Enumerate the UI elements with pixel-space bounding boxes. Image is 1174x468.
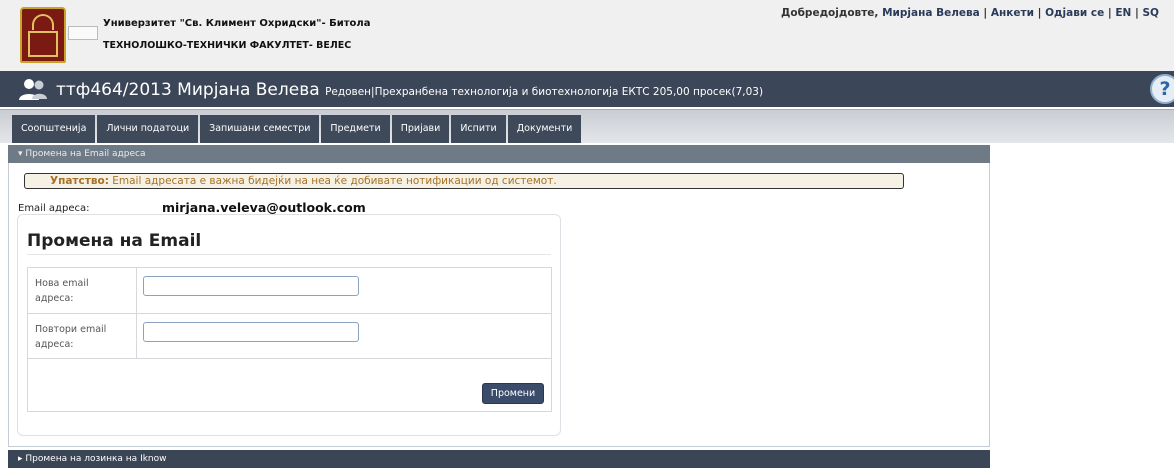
help-icon[interactable]: ? <box>1150 74 1174 104</box>
tab-personal-data[interactable]: Лични податоци <box>97 115 199 143</box>
surveys-link[interactable]: Анкети <box>991 7 1034 19</box>
student-details: Редовен|Прехранбена технологија и биотех… <box>325 86 764 98</box>
tab-announcements[interactable]: Соопштенија <box>12 115 96 143</box>
divider <box>136 268 137 358</box>
password-panel-header[interactable]: ▸ Промена на лозинка на Iknow <box>8 450 990 468</box>
student-name: ттф464/2013 Мирјана Велева <box>56 80 320 100</box>
new-email-field[interactable] <box>143 276 359 296</box>
welcome-text: Добредојдовте, <box>781 7 879 19</box>
faculty-name: ТЕХНОЛОШКО-ТЕХНИЧКИ ФАКУЛТЕТ- ВЕЛЕС <box>103 40 352 51</box>
tab-exams[interactable]: Испити <box>451 115 506 143</box>
new-email-label: Нова email адреса: <box>35 278 89 304</box>
email-panel-header[interactable]: ▾ Промена на Email адреса <box>8 145 990 163</box>
instruction-notice: Упатство: Email адресата е важна бидејќи… <box>24 173 904 189</box>
link-separator: | <box>1037 7 1042 19</box>
lang-en-link[interactable]: EN <box>1115 7 1131 19</box>
tab-list: Соопштенија Лични податоци Запишани семе… <box>12 115 583 143</box>
users-icon <box>19 79 47 100</box>
university-logo <box>20 7 66 63</box>
notice-text: Email адресата е важна бидејќи на неа ќе… <box>112 175 557 187</box>
tab-documents[interactable]: Документи <box>507 115 582 143</box>
divider <box>27 254 551 255</box>
tab-registrations[interactable]: Пријави <box>391 115 450 143</box>
current-email-value: mirjana.veleva@outlook.com <box>162 200 366 215</box>
lang-sq-link[interactable]: SQ <box>1143 7 1160 19</box>
divider <box>28 313 551 314</box>
tab-enrolled-semesters[interactable]: Запишани семестри <box>200 115 320 143</box>
change-email-title: Промена на Email <box>27 231 202 251</box>
link-separator: | <box>1135 7 1139 19</box>
change-email-button[interactable]: Промени <box>482 383 544 404</box>
tab-courses[interactable]: Предмети <box>321 115 390 143</box>
current-email-label: Email адреса: <box>18 203 90 214</box>
divider <box>28 358 551 359</box>
link-separator: | <box>1107 7 1112 19</box>
repeat-email-label: Повтори email адреса: <box>35 324 107 350</box>
student-title: ттф464/2013 Мирјана Велева Редовен|Прехр… <box>56 80 763 100</box>
broken-image-icon <box>68 26 98 40</box>
notice-label: Упатство: <box>50 175 109 187</box>
university-name: Универзитет "Св. Климент Охридски"- Бито… <box>103 18 371 29</box>
logout-link[interactable]: Одјави се <box>1045 7 1104 19</box>
user-link[interactable]: Мирјана Велева <box>882 7 980 19</box>
repeat-email-field[interactable] <box>143 322 359 342</box>
top-links: Добредојдовте, Мирјана Велева | Анкети |… <box>781 7 1159 19</box>
link-separator: | <box>983 7 988 19</box>
